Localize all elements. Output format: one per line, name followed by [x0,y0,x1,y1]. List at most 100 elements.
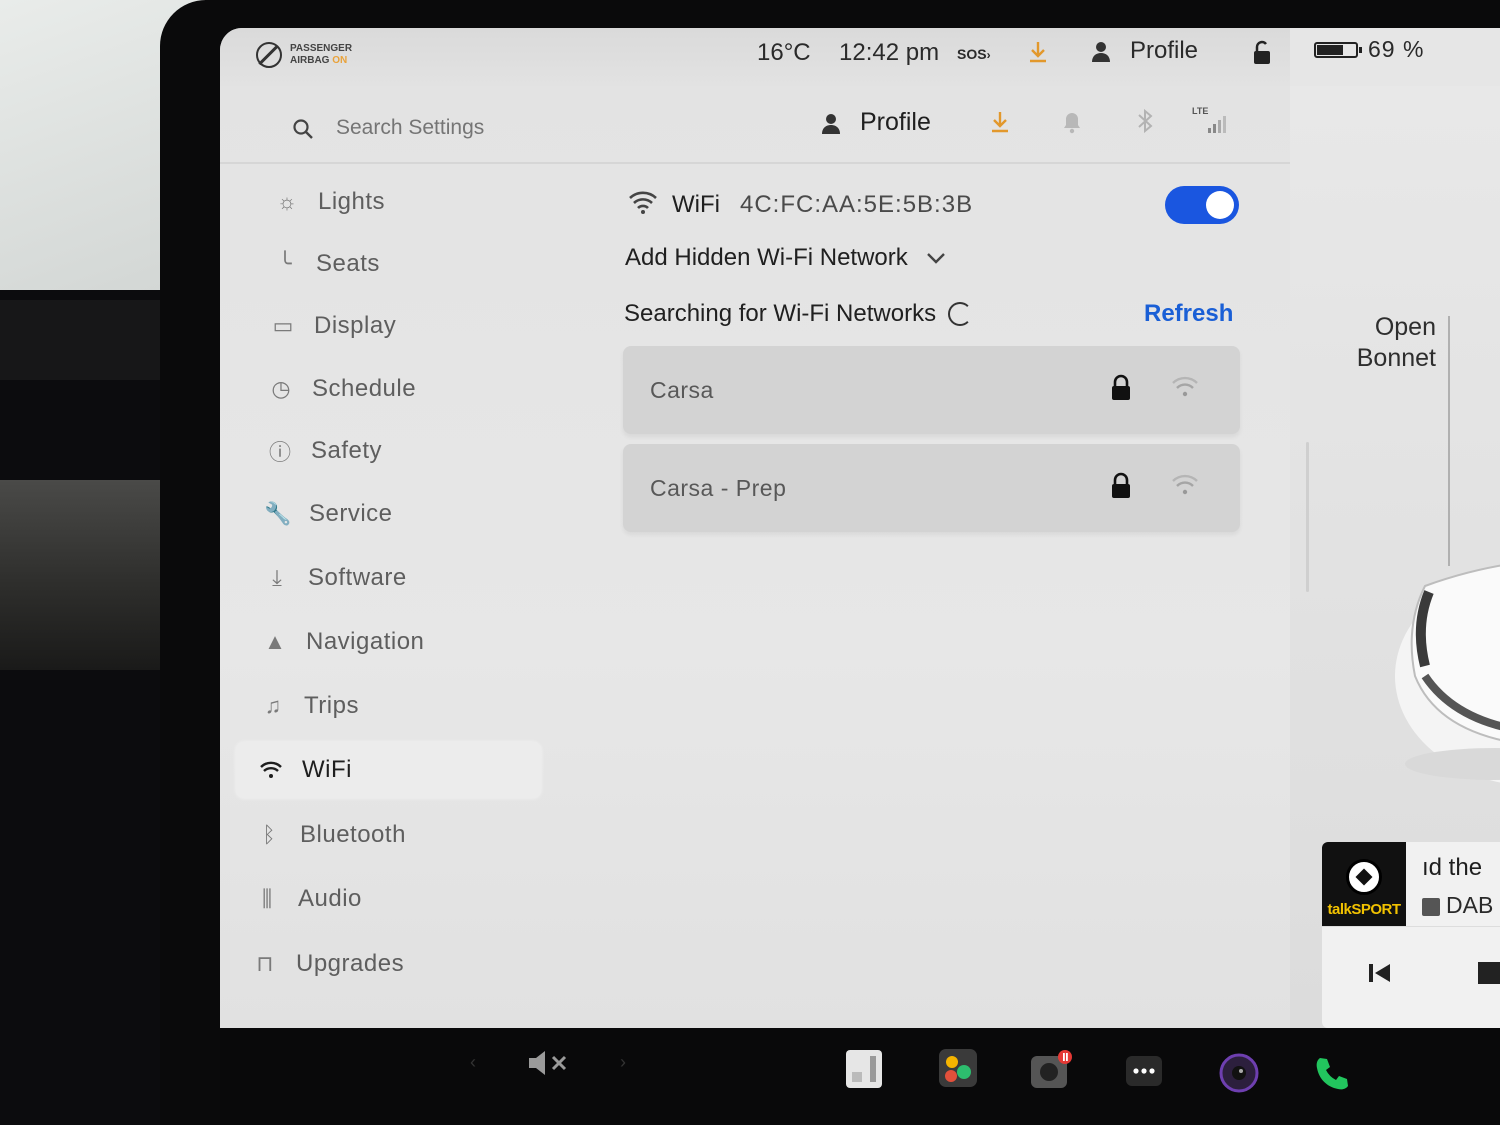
header-profile-button[interactable]: Profile [860,108,931,137]
sidebar-item-label: WiFi [302,756,352,783]
wifi-network-item[interactable]: Carsa - Prep [623,444,1240,532]
toggle-knob [1206,191,1234,219]
trips-icon: ♫ [264,693,282,718]
equalizer-icon: ⫼ [261,886,273,911]
battery-percentage: 69 % [1368,36,1425,62]
sidebar-item-service[interactable]: 🔧 Service [263,486,568,542]
football-icon [1346,859,1382,895]
display-icon: ▭ [272,313,294,338]
bottom-dock: ‹ › [220,1028,1500,1125]
airbag-line2: AIRBAG [290,55,330,66]
wifi-network-item[interactable]: Carsa [623,346,1240,434]
manual-app-icon[interactable] [844,1048,884,1095]
lte-label: LTE [1192,106,1209,116]
car-render [1395,564,1500,783]
sidebar-item-lights[interactable]: ☼ Lights [272,174,577,230]
add-hidden-network-label: Add Hidden Wi-Fi Network [625,244,908,271]
searching-label: Searching for Wi-Fi Networks [624,300,937,327]
passenger-airbag-indicator: PASSENGER AIRBAG ON [256,42,352,68]
wifi-toggle[interactable] [1165,186,1239,224]
sidebar-item-schedule[interactable]: ◷ Schedule [266,361,571,417]
panel-divider [1306,442,1309,592]
sidebar-item-label: Display [314,312,397,339]
media-divider [1322,926,1500,927]
toybox-app-icon[interactable] [936,1046,980,1095]
lte-signal-icon: LTE [1192,106,1232,141]
sos-signal-icon: › [986,48,991,62]
status-bar: PASSENGER AIRBAG ON 16°C 12:42 pm SOS› P… [220,28,1290,86]
more-apps-icon[interactable] [1124,1054,1164,1093]
clock-icon: ◷ [271,376,291,401]
profile-person-icon[interactable] [1090,40,1112,69]
camera-app-icon[interactable] [1218,1052,1260,1099]
stop-icon[interactable] [1478,962,1500,984]
sidebar-item-label: Software [308,564,407,591]
sidebar-item-label: Bluetooth [300,821,406,848]
volume-up-chevron-icon[interactable]: › [620,1052,626,1073]
sidebar-item-wifi[interactable]: WiFi [236,742,541,798]
sidebar-item-label: Upgrades [296,950,405,977]
bluetooth-icon[interactable] [1136,108,1154,141]
sidebar-item-audio[interactable]: ⫼ Audio [252,871,557,927]
media-source: DAB [1422,892,1493,919]
sidebar-item-display[interactable]: ▭ Display [268,298,573,354]
wifi-signal-icon [1171,376,1199,403]
touchscreen: PASSENGER AIRBAG ON 16°C 12:42 pm SOS› P… [220,28,1500,1028]
sidebar-item-trips[interactable]: ♫ Trips [258,678,563,734]
airbag-off-icon [256,42,282,68]
battery-icon [1314,42,1362,58]
unlocked-padlock-icon[interactable] [1250,40,1274,71]
sos-indicator[interactable]: SOS› [957,46,991,62]
sun-icon: ☼ [276,189,298,214]
media-player: talkSPORT ıd the DAB [1322,842,1500,1028]
search-settings-input[interactable] [336,116,636,140]
header-person-icon[interactable] [820,112,842,141]
sidebar-item-label: Navigation [306,628,425,655]
chevron-down-icon [926,244,946,272]
dashcam-app-icon[interactable] [1028,1048,1074,1097]
settings-header: Profile LTE [220,86,1290,164]
background-dash-dark [0,300,180,380]
previous-track-icon[interactable] [1366,960,1392,991]
seat-icon: ╰ [278,251,292,276]
wrench-icon: 🔧 [264,501,292,526]
station-name: talkSPORT [1327,901,1401,918]
wifi-icon [628,190,658,219]
notification-bell-icon[interactable] [1062,110,1082,139]
wifi-signal-icon [1171,474,1199,501]
open-bonnet-button[interactable]: Open Bonnet [1346,312,1436,374]
sidebar-item-navigation[interactable]: ▲ Navigation [260,614,565,670]
software-download-icon[interactable] [1028,40,1048,71]
sidebar-item-upgrades[interactable]: ⊓ Upgrades [250,936,555,992]
add-hidden-network-dropdown[interactable]: Add Hidden Wi-Fi Network [625,244,946,272]
sidebar-item-seats[interactable]: ╰ Seats [270,236,575,292]
airbag-state: ON [332,55,348,66]
volume-down-chevron-icon[interactable]: ‹ [470,1052,476,1073]
sidebar-item-safety[interactable]: ⓘ Safety [265,423,570,479]
outside-temperature: 16°C [757,39,811,66]
navigation-arrow-icon: ▲ [264,629,286,654]
lock-icon [1109,374,1133,407]
status-profile-button[interactable]: Profile [1130,37,1198,65]
wifi-mac-address: 4C:FC:AA:5E:5B:3B [739,190,974,218]
search-icon[interactable] [292,118,314,145]
network-name: Carsa - Prep [650,475,787,501]
sidebar-item-label: Safety [311,437,383,464]
sidebar-item-label: Seats [316,250,380,277]
sidebar-item-label: Service [309,500,393,527]
sidebar-item-label: Trips [304,692,359,719]
open-bonnet-line2: Bonnet [1356,344,1436,372]
radio-icon [1422,897,1440,916]
sidebar-item-bluetooth[interactable]: ᛒ Bluetooth [254,807,559,863]
refresh-button[interactable]: Refresh [1144,300,1233,328]
open-bonnet-line1: Open [1374,313,1436,341]
header-download-icon[interactable] [990,110,1010,139]
sidebar-item-software[interactable]: ⤓ Software [262,550,567,606]
settings-panel: Profile LTE ☼ Lights ╰ Seats ▭ Display ◷ Schedu… [220,86,1290,1028]
volume-muted-icon[interactable] [526,1048,572,1083]
wifi-title: WiFi [672,190,720,218]
station-logo[interactable]: talkSPORT [1322,842,1406,926]
sidebar-item-label: Audio [298,885,362,912]
phone-icon[interactable] [1312,1054,1352,1099]
sidebar-item-label: Lights [318,188,386,215]
